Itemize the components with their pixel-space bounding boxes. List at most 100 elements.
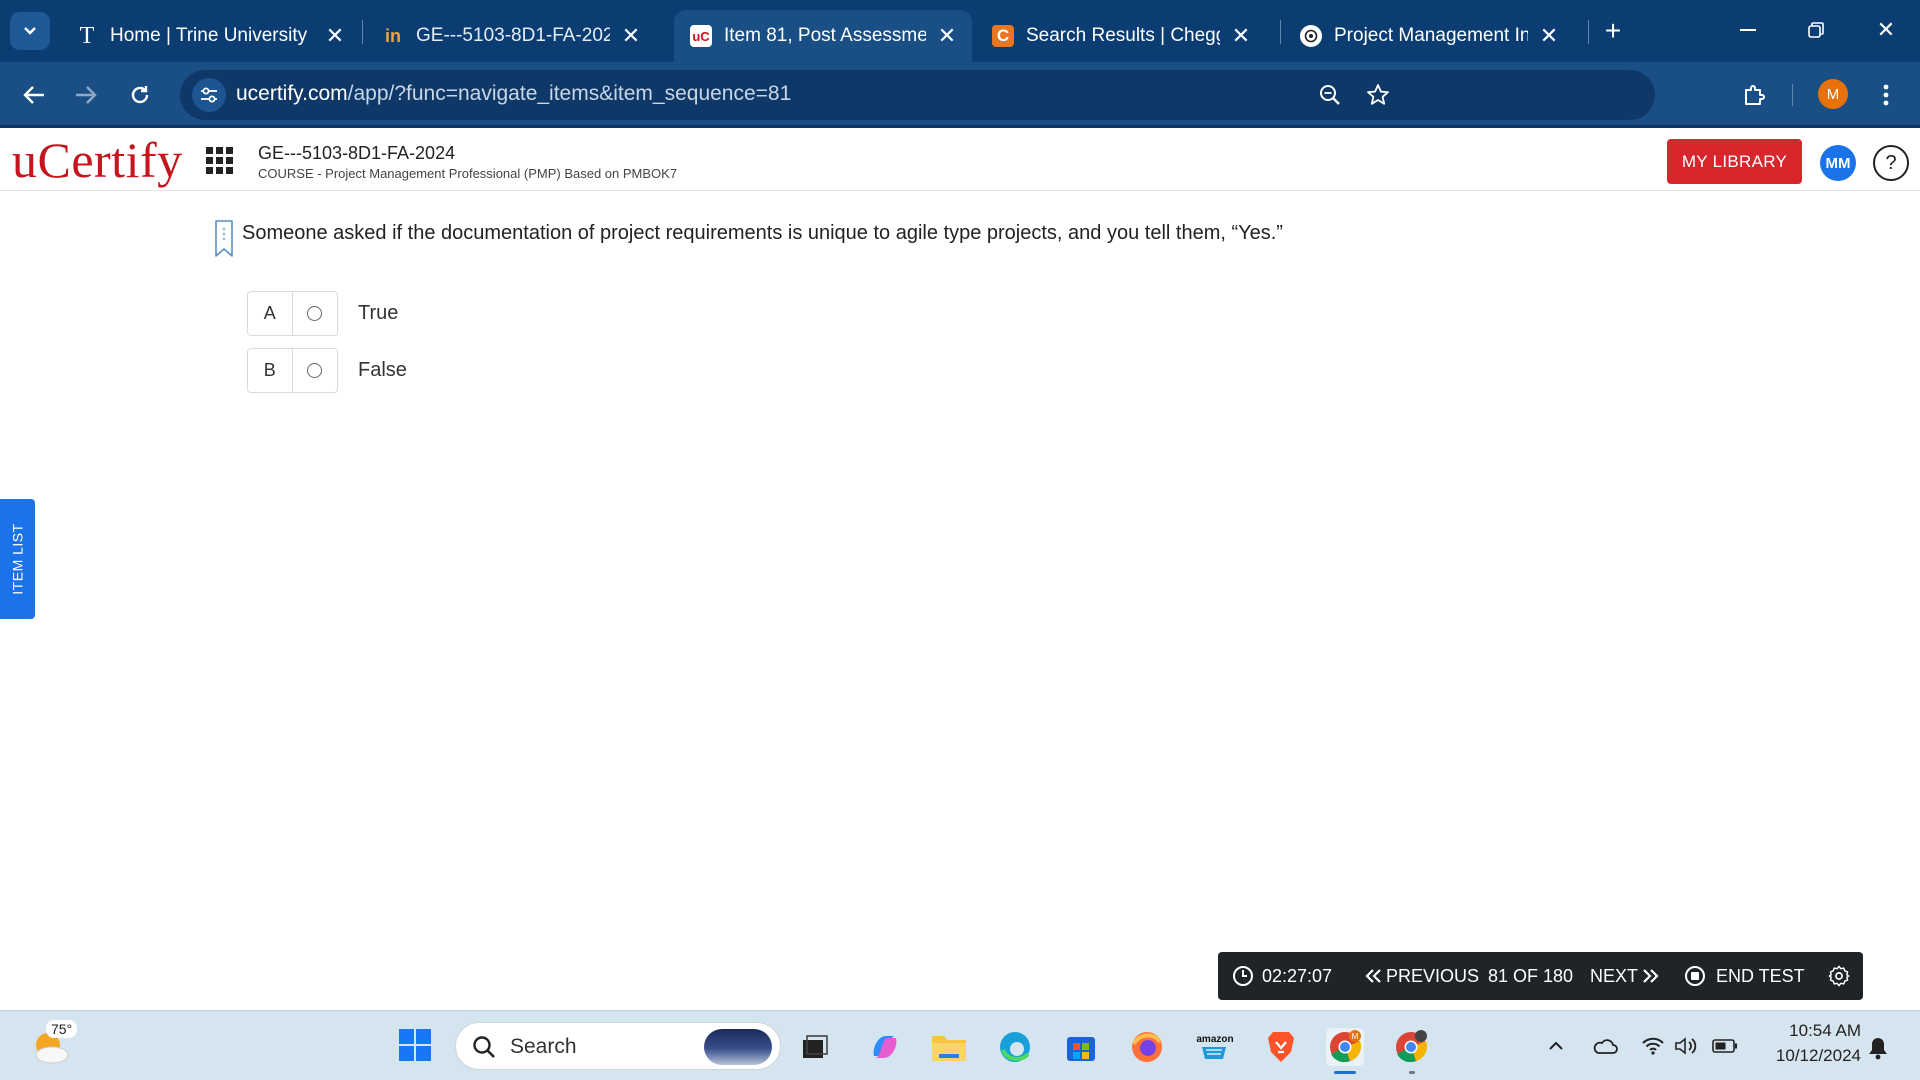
address-bar[interactable]: ucertify.com/app/?func=navigate_items&it…	[180, 70, 1655, 120]
option-a-text[interactable]: True	[358, 302, 398, 325]
tab-chegg-search[interactable]: C Search Results | Chegg.co ✕	[976, 10, 1266, 62]
minimize-icon	[1740, 29, 1756, 31]
double-chevron-left-icon	[1365, 969, 1381, 983]
option-b[interactable]: B False	[247, 348, 407, 393]
previous-button[interactable]: PREVIOUS	[1364, 952, 1479, 1000]
forward-button[interactable]	[66, 75, 106, 115]
amazon-label: amazon	[1196, 1033, 1234, 1045]
close-icon[interactable]: ✕	[620, 23, 642, 48]
tab-title: Item 81, Post Assessment	[724, 25, 926, 46]
my-library-button[interactable]: MY LIBRARY	[1667, 139, 1802, 184]
close-window-button[interactable]: ✕	[1866, 10, 1906, 50]
settings-button[interactable]	[1828, 952, 1850, 1000]
next-button[interactable]: NEXT	[1590, 952, 1660, 1000]
chevron-down-icon	[24, 27, 36, 35]
task-view-icon	[803, 1035, 828, 1058]
apps-grid-icon[interactable]	[206, 147, 234, 175]
new-tab-button[interactable]: +	[1596, 15, 1630, 46]
tab-course-module[interactable]: in GE---5103-8D1-FA-2024: ✕	[366, 10, 656, 62]
chegg-favicon-icon: C	[992, 25, 1014, 47]
speaker-icon	[1675, 1037, 1697, 1055]
tab-title: GE---5103-8D1-FA-2024:	[416, 25, 610, 46]
close-icon[interactable]: ✕	[324, 23, 346, 48]
tab-project-management-insights[interactable]: Project Management Insi ✕	[1284, 10, 1574, 62]
tab-separator	[362, 20, 363, 44]
course-favicon-icon: in	[385, 25, 401, 46]
active-app-indicator	[1334, 1071, 1356, 1074]
more-vert-icon	[1883, 84, 1889, 106]
option-b-radio[interactable]	[293, 349, 338, 392]
option-b-box[interactable]: B	[247, 348, 338, 393]
ucertify-logo[interactable]: uCertify	[12, 131, 183, 189]
show-hidden-icons-button[interactable]	[1544, 1033, 1568, 1059]
tab-item-81-post-assessment[interactable]: uC Item 81, Post Assessment ✕	[674, 10, 972, 62]
arrow-left-icon	[23, 86, 44, 104]
windows-start-button[interactable]	[396, 1026, 434, 1064]
browser-menu-button[interactable]	[1866, 75, 1906, 115]
item-position: 81 OF 180	[1488, 952, 1573, 1000]
item-position-text: 81 OF 180	[1488, 965, 1574, 986]
bookmark-flag-icon[interactable]	[214, 219, 234, 259]
microsoft-store-button[interactable]	[1062, 1028, 1100, 1066]
edge-browser-button[interactable]	[996, 1028, 1034, 1066]
copilot-button[interactable]	[866, 1028, 904, 1066]
restore-button[interactable]	[1796, 10, 1836, 50]
chrome-profile-other-button[interactable]	[1392, 1028, 1430, 1066]
puzzle-icon	[1745, 85, 1765, 105]
wifi-button[interactable]	[1638, 1033, 1668, 1059]
option-b-text[interactable]: False	[358, 359, 407, 382]
end-test-button[interactable]: END TEST	[1684, 952, 1805, 1000]
tab-separator	[1280, 20, 1281, 44]
close-icon[interactable]: ✕	[1538, 23, 1560, 48]
restore-icon	[1808, 22, 1824, 38]
tab-trine-home[interactable]: T Home | Trine University ✕	[60, 10, 360, 62]
back-button[interactable]	[14, 75, 54, 115]
search-placeholder: Search	[510, 1035, 577, 1058]
taskbar-search-box[interactable]: Search	[455, 1022, 781, 1070]
brave-lion-icon	[1268, 1032, 1294, 1062]
weather-temperature: 75°	[46, 1020, 78, 1038]
clock-date[interactable]: 10/12/2024	[1755, 1046, 1861, 1066]
end-test-label: END TEST	[1716, 965, 1805, 986]
file-explorer-button[interactable]	[930, 1028, 968, 1066]
zoom-button[interactable]	[1316, 81, 1344, 109]
user-avatar[interactable]: MM	[1820, 145, 1856, 181]
tab-search-button[interactable]	[10, 12, 50, 50]
close-icon[interactable]: ✕	[1230, 23, 1252, 48]
onedrive-button[interactable]	[1590, 1033, 1620, 1059]
option-a-radio[interactable]	[293, 292, 338, 335]
notifications-button[interactable]	[1864, 1035, 1892, 1061]
tab-separator	[1588, 20, 1589, 44]
running-app-indicator	[1409, 1071, 1415, 1074]
option-a-box[interactable]: A	[247, 291, 338, 336]
chrome-profile-m-button[interactable]: M	[1326, 1028, 1364, 1066]
search-highlight-image	[704, 1029, 772, 1065]
brave-browser-button[interactable]	[1262, 1028, 1300, 1066]
browser-profile-avatar[interactable]: M	[1818, 79, 1848, 109]
extensions-button[interactable]	[1734, 75, 1774, 115]
firefox-icon	[1132, 1032, 1162, 1062]
cloud-icon	[1593, 1039, 1618, 1054]
bookmark-star-button[interactable]	[1364, 81, 1392, 109]
edge-icon	[1000, 1032, 1030, 1062]
site-info-button[interactable]	[192, 78, 226, 112]
copilot-icon	[873, 1036, 897, 1058]
task-view-button[interactable]	[796, 1028, 834, 1066]
star-icon	[1367, 84, 1389, 105]
volume-button[interactable]	[1672, 1033, 1702, 1059]
help-button[interactable]: ?	[1873, 145, 1909, 181]
shopping-cart-icon	[1202, 1046, 1226, 1059]
close-icon: ✕	[1876, 17, 1896, 42]
amazon-button[interactable]: amazon	[1196, 1028, 1234, 1066]
browser-toolbar: ucertify.com/app/?func=navigate_items&it…	[0, 62, 1920, 128]
close-icon[interactable]: ✕	[936, 23, 958, 48]
course-code: GE---5103-8D1-FA-2024	[258, 143, 456, 163]
firefox-button[interactable]	[1128, 1028, 1166, 1066]
battery-button[interactable]	[1710, 1033, 1740, 1059]
option-a[interactable]: A True	[247, 291, 398, 336]
timer-text: 02:27:07	[1262, 965, 1333, 986]
item-list-tab[interactable]: ITEM LIST	[0, 499, 35, 619]
reload-button[interactable]	[120, 75, 160, 115]
clock-time[interactable]: 10:54 AM	[1771, 1021, 1861, 1041]
minimize-button[interactable]	[1728, 10, 1768, 50]
